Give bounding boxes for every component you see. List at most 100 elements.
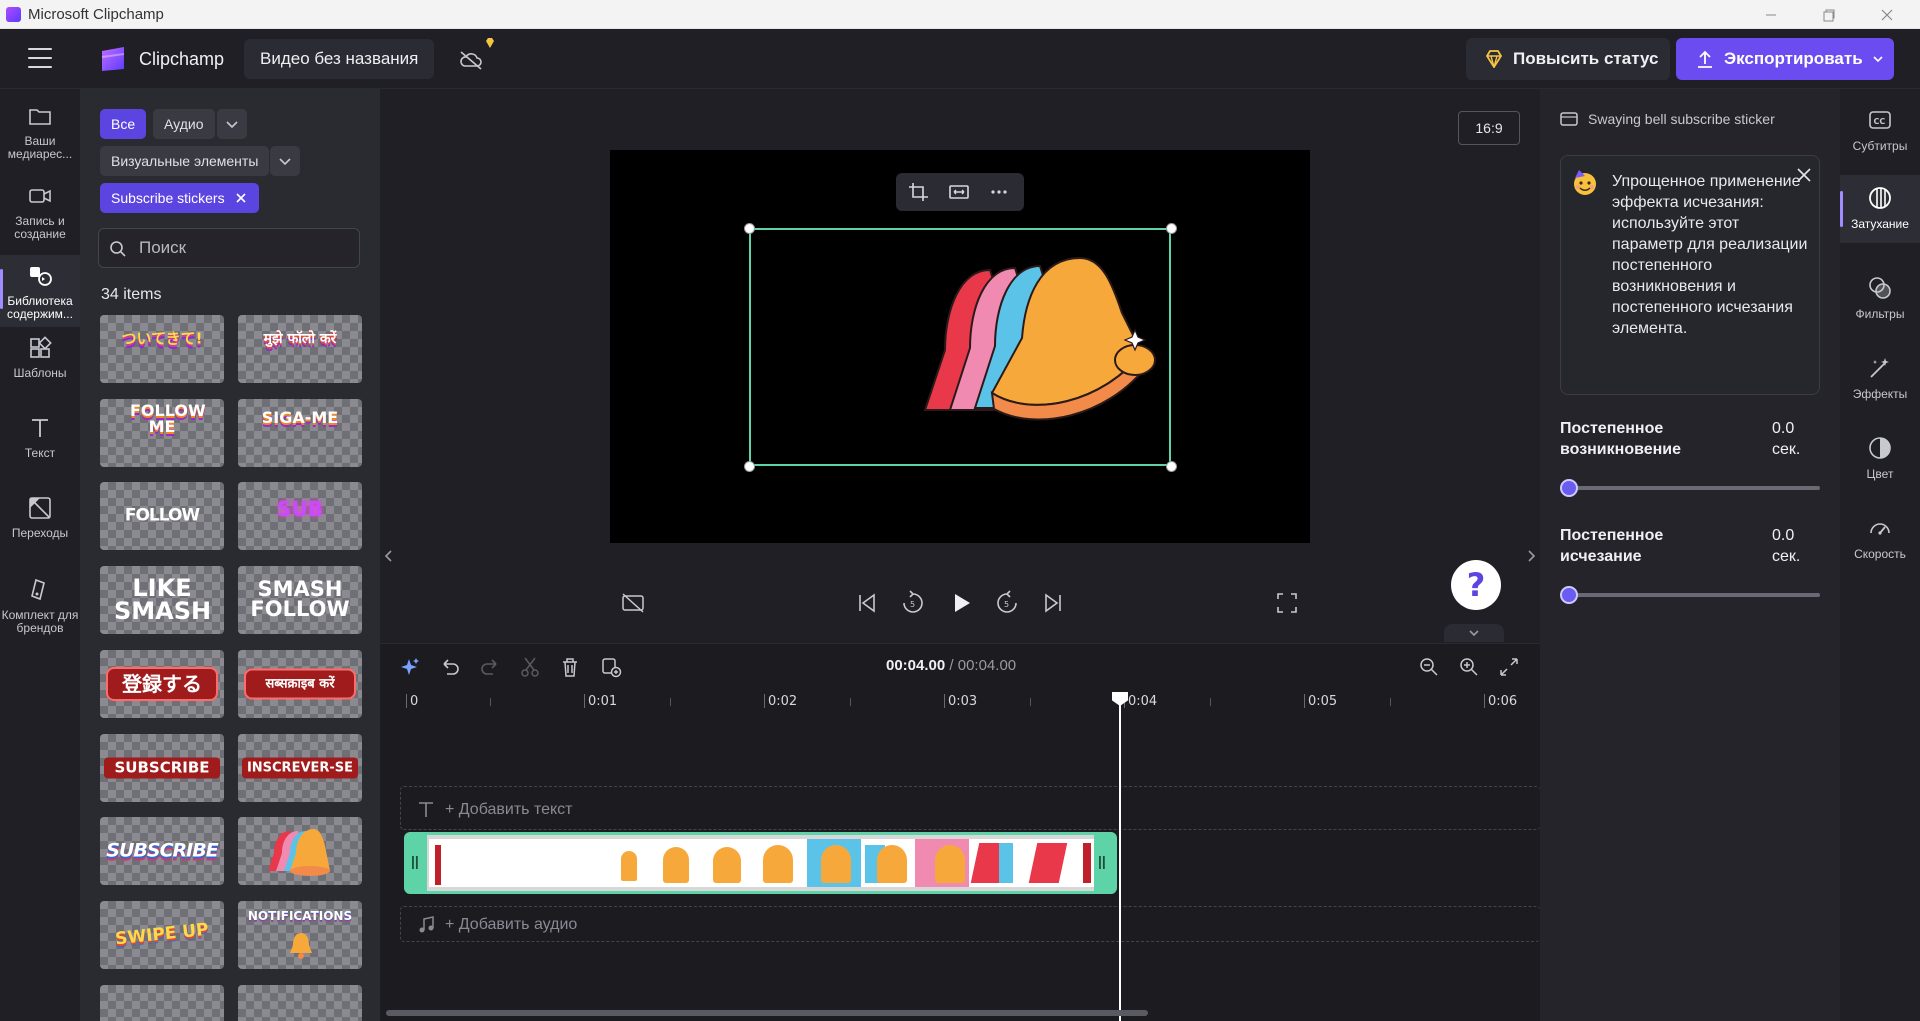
ruler-minor-tick: [670, 698, 671, 706]
collapse-right-icon[interactable]: [1524, 536, 1538, 576]
filter-all-chip[interactable]: Все: [100, 109, 147, 139]
ruler-minor-tick: [1390, 698, 1391, 706]
nav-item-templates[interactable]: Шаблоны: [0, 335, 80, 395]
project-title[interactable]: Видео без названия: [244, 39, 435, 79]
sticker-tile[interactable]: SUBSCRIBE: [100, 817, 224, 885]
sticker-tile[interactable]: मुझे फॉलो करें: [238, 315, 362, 383]
sticker-tile-bell[interactable]: [238, 817, 362, 885]
sticker-tile[interactable]: LIKE SMASH: [100, 566, 224, 634]
close-icon[interactable]: [1795, 166, 1813, 184]
sticker-tile[interactable]: [238, 985, 362, 1021]
nav-item-record[interactable]: Запись и создание: [0, 183, 80, 251]
sticker-tile[interactable]: NOTIFICATIONS: [238, 901, 362, 969]
skip-forward-icon[interactable]: [1040, 590, 1066, 616]
nav-item-media[interactable]: Ваши медиарес...: [0, 103, 80, 171]
resize-handle[interactable]: [744, 461, 755, 472]
filter-audio-chip[interactable]: Аудио: [153, 109, 215, 139]
redo-icon[interactable]: [479, 656, 501, 678]
filter-visual-chip[interactable]: Визуальные элементы: [100, 146, 270, 176]
resize-handle[interactable]: [1166, 223, 1177, 234]
sticker-tile[interactable]: [100, 985, 224, 1021]
filter-visual-dropdown[interactable]: [270, 146, 300, 176]
sticker-tile[interactable]: SIGA-ME: [238, 399, 362, 467]
timeline-ruler[interactable]: 0 0:01 0:02 0:03 0:04 0:05 0:06: [400, 692, 1540, 716]
sticker-tile[interactable]: FOLLOW: [100, 482, 224, 550]
add-audio-track[interactable]: + Добавить аудио: [400, 906, 1540, 942]
delete-icon[interactable]: [559, 656, 581, 678]
nav-item-library[interactable]: Библиотека содержим...: [0, 255, 80, 327]
add-text-track[interactable]: + Добавить текст: [400, 786, 1540, 830]
ruler-tick: 0:05: [1303, 694, 1338, 709]
restore-icon[interactable]: [1818, 4, 1840, 26]
rewind-5-icon[interactable]: 5: [900, 590, 926, 616]
play-icon[interactable]: [948, 590, 974, 616]
more-options-icon[interactable]: [988, 182, 1010, 202]
collapse-left-icon[interactable]: [382, 536, 396, 576]
duplicate-icon[interactable]: [600, 656, 622, 678]
sticker-text: SWIPE UP: [114, 919, 210, 950]
nav-label: Запись и создание: [14, 214, 66, 241]
collapse-timeline-button[interactable]: [1444, 624, 1504, 642]
fade-in-slider[interactable]: [1560, 478, 1820, 498]
sticker-tile[interactable]: SUBSCRIBE: [100, 734, 224, 802]
filter-audio-dropdown[interactable]: [217, 109, 247, 139]
magic-edit-icon[interactable]: [399, 656, 421, 678]
aspect-ratio-button[interactable]: 16:9: [1458, 111, 1520, 145]
playhead[interactable]: [1119, 692, 1121, 1021]
resize-handle[interactable]: [1166, 461, 1177, 472]
minimize-icon[interactable]: [1760, 4, 1782, 26]
rail-item-filters[interactable]: Фильтры: [1840, 275, 1920, 335]
close-window-icon[interactable]: [1876, 4, 1898, 26]
timeline-scrollbar[interactable]: [386, 1010, 1148, 1016]
fullscreen-icon[interactable]: [1274, 590, 1300, 616]
clip-trim-left-handle[interactable]: [407, 835, 427, 891]
skip-back-icon[interactable]: [854, 590, 880, 616]
clip-trim-right-handle[interactable]: [1094, 835, 1114, 891]
timeline-clip-sticker[interactable]: [404, 832, 1117, 894]
sticker-tile[interactable]: SUB: [238, 482, 362, 550]
menu-icon[interactable]: [28, 48, 52, 68]
help-button[interactable]: ?: [1451, 560, 1501, 610]
nav-item-brand-kit[interactable]: Комплект для брендов: [0, 577, 80, 641]
upgrade-button[interactable]: Повысить статус: [1466, 38, 1670, 80]
sticker-tile[interactable]: 登録する: [100, 650, 224, 718]
sticker-tile[interactable]: ついてきて!: [100, 315, 224, 383]
export-button[interactable]: Экспортировать: [1676, 38, 1894, 80]
sticker-tile[interactable]: SWIPE UP: [100, 901, 224, 969]
sticker-tile[interactable]: INSCREVER-SE: [238, 734, 362, 802]
nav-item-text[interactable]: Текст: [0, 415, 80, 475]
resize-handle[interactable]: [744, 223, 755, 234]
left-nav: Ваши медиарес... Запись и создание Библи…: [0, 89, 80, 1021]
nav-item-transitions[interactable]: Переходы: [0, 495, 80, 555]
cloud-off-icon[interactable]: [458, 49, 484, 71]
library-search[interactable]: [98, 228, 360, 268]
split-icon[interactable]: [519, 656, 541, 678]
zoom-out-icon[interactable]: [1418, 656, 1440, 678]
sticker-tile[interactable]: FOLLOW ME: [100, 399, 224, 467]
forward-5-icon[interactable]: 5: [994, 590, 1020, 616]
zoom-in-icon[interactable]: [1458, 656, 1480, 678]
rail-item-effects[interactable]: Эффекты: [1840, 355, 1920, 415]
fade-out-slider[interactable]: [1560, 585, 1820, 605]
sticker-tile[interactable]: SMASH FOLLOW: [238, 566, 362, 634]
chevron-down-icon: [1469, 630, 1479, 637]
rail-item-color[interactable]: Цвет: [1840, 435, 1920, 495]
rail-label: Эффекты: [1852, 387, 1908, 401]
sticker-text: LIKE SMASH: [114, 574, 212, 625]
sticker-tile[interactable]: सब्सक्राइब करें: [238, 650, 362, 718]
fit-timeline-icon[interactable]: [1498, 656, 1520, 678]
hide-preview-icon[interactable]: [620, 590, 646, 616]
sticker-text: FOLLOW ME: [130, 401, 206, 437]
remove-tag-icon[interactable]: [235, 192, 247, 204]
rail-item-fade[interactable]: Затухание: [1840, 175, 1920, 243]
selection-box[interactable]: [749, 228, 1171, 466]
crop-icon[interactable]: [908, 182, 930, 202]
rail-item-captions[interactable]: CC Субтитры: [1840, 107, 1920, 167]
rail-item-speed[interactable]: Скорость: [1840, 515, 1920, 575]
fade-in-slider-knob[interactable]: [1560, 479, 1578, 497]
fade-out-slider-knob[interactable]: [1560, 586, 1578, 604]
fit-icon[interactable]: [948, 182, 970, 202]
undo-icon[interactable]: [439, 656, 461, 678]
active-tag-chip[interactable]: Subscribe stickers: [100, 183, 259, 213]
search-input[interactable]: [137, 229, 357, 267]
